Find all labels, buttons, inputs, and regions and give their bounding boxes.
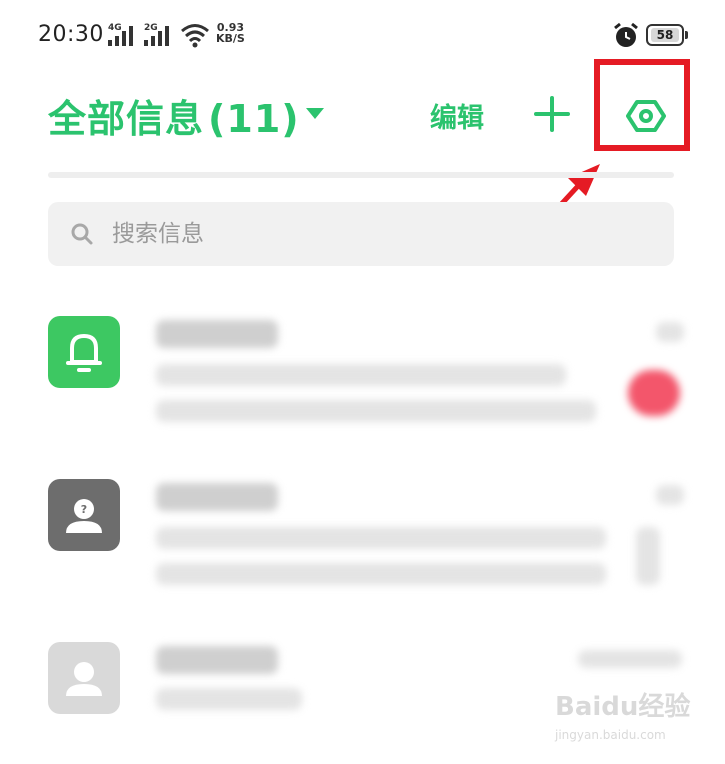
header-divider (48, 172, 674, 178)
conversation-preview-line2 (156, 563, 606, 585)
conversation-item[interactable] (0, 316, 725, 466)
search-icon (71, 223, 93, 245)
conversation-item[interactable]: ? (0, 479, 725, 629)
conversation-preview (156, 688, 302, 710)
watermark: Baidu经验 jingyan.baidu.com (555, 686, 715, 750)
conversation-name (156, 320, 278, 348)
avatar (48, 642, 120, 714)
alarm-clock-icon (614, 22, 638, 47)
avatar (48, 316, 120, 388)
contact-icon (66, 662, 102, 696)
signal-icon-sim2: 2G (144, 22, 176, 48)
watermark-logo: Baidu经验 (555, 692, 691, 722)
search-input[interactable] (112, 202, 652, 266)
bell-icon (66, 334, 102, 372)
avatar: ? (48, 479, 120, 551)
page-title: 全部信息 (48, 97, 205, 141)
conversation-preview (156, 364, 566, 386)
plus-icon[interactable] (532, 94, 572, 134)
signal-icon-sim1: 4G (108, 22, 140, 48)
network-speed: 0.93 KB/S (216, 21, 245, 45)
conversation-name (156, 483, 278, 511)
wifi-icon (181, 24, 209, 48)
conversation-time (578, 650, 682, 668)
conversation-preview-end (636, 527, 660, 585)
conversation-time (656, 322, 684, 342)
status-time: 20:30 (38, 22, 104, 47)
svg-text:?: ? (81, 503, 87, 516)
annotation-highlight-box (594, 59, 690, 151)
conversation-time (656, 485, 684, 505)
battery-icon: 58 (646, 24, 688, 46)
watermark-url: jingyan.baidu.com (555, 728, 666, 742)
battery-level: 58 (651, 28, 679, 42)
message-count: (11) (208, 97, 300, 141)
conversation-preview (156, 527, 606, 549)
conversation-name (156, 646, 278, 674)
unread-badge (628, 370, 680, 416)
conversation-preview-line2 (156, 400, 596, 422)
chevron-down-icon[interactable] (306, 108, 324, 119)
filter-dropdown[interactable]: 全部信息 (11) (48, 88, 300, 143)
edit-button[interactable]: 编辑 (430, 96, 484, 135)
search-bar[interactable] (48, 202, 674, 266)
unknown-contact-icon: ? (66, 499, 102, 533)
